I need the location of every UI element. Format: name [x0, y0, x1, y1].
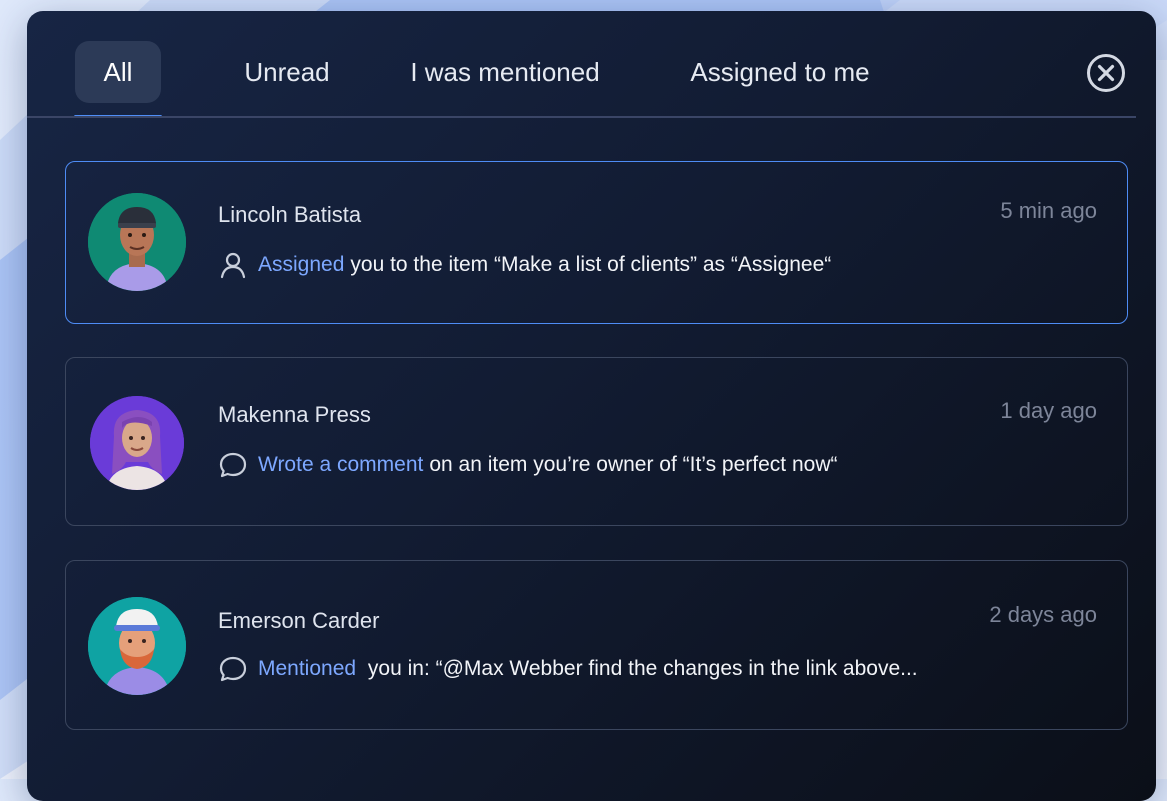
tab-all[interactable]: All	[75, 41, 161, 103]
notification-action-link[interactable]: Mentioned	[258, 657, 356, 681]
notification-card[interactable]: Lincoln Batista 5 min ago Assigned you t…	[65, 161, 1128, 324]
comment-icon	[219, 656, 247, 682]
notification-timestamp: 5 min ago	[1000, 198, 1097, 223]
notification-message: Assigned you to the item “Make a list of…	[218, 250, 831, 280]
notification-text: on an item you’re owner of “It’s perfect…	[429, 453, 838, 476]
notification-action-link[interactable]: Wrote a comment	[258, 453, 423, 477]
tabs-divider	[27, 116, 1136, 118]
user-icon	[220, 252, 246, 279]
tab-i-was-mentioned[interactable]: I was mentioned	[397, 41, 613, 103]
notification-message: Wrote a comment on an item you’re owner …	[218, 450, 837, 480]
notification-action-link[interactable]: Assigned	[258, 253, 344, 277]
notification-card[interactable]: Makenna Press 1 day ago Wrote a comment …	[65, 357, 1128, 526]
notification-timestamp: 2 days ago	[989, 602, 1097, 627]
notification-text: you in: “@Max Webber find the changes in…	[362, 657, 918, 680]
notification-author: Lincoln Batista	[218, 202, 362, 227]
avatar	[88, 193, 186, 291]
notification-timestamp: 1 day ago	[1000, 398, 1097, 423]
notification-text: you to the item “Make a list of clients”…	[350, 253, 832, 276]
notification-message: Mentioned you in: “@Max Webber find the …	[218, 654, 918, 684]
comment-icon	[219, 452, 247, 478]
notification-author: Makenna Press	[218, 402, 371, 427]
notification-author: Emerson Carder	[218, 608, 380, 633]
notifications-panel: All Unread I was mentioned Assigned to m…	[27, 11, 1156, 801]
tab-assigned-to-me[interactable]: Assigned to me	[675, 41, 885, 103]
avatar	[90, 396, 184, 490]
notification-card[interactable]: Emerson Carder 2 days ago Mentioned you …	[65, 560, 1128, 730]
tab-unread[interactable]: Unread	[231, 41, 343, 103]
close-icon[interactable]	[1086, 53, 1126, 93]
avatar	[88, 597, 186, 695]
tab-bar: All Unread I was mentioned Assigned to m…	[27, 11, 1156, 119]
